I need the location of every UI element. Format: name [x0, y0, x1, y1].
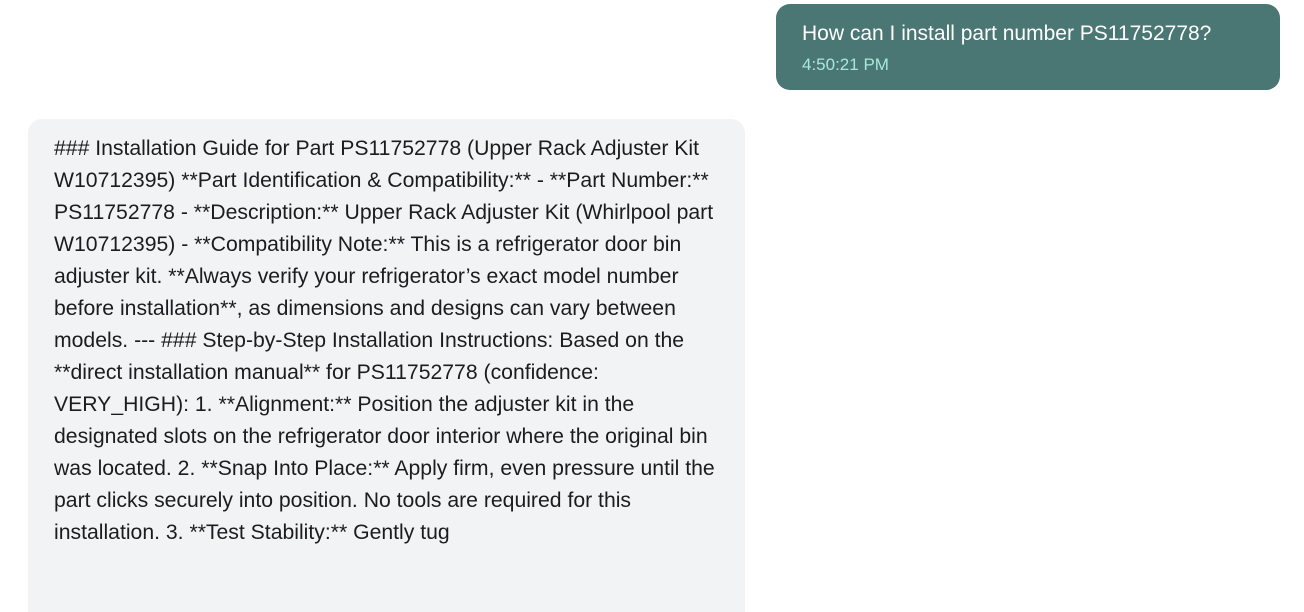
chat-message-list[interactable]: How can I install part number PS11752778…: [0, 0, 1304, 612]
user-message-bubble: How can I install part number PS11752778…: [776, 4, 1280, 90]
message-timestamp: 4:50:21 PM: [802, 55, 889, 74]
assistant-message-bubble: ### Installation Guide for Part PS117527…: [28, 119, 745, 612]
user-message-text: How can I install part number PS11752778…: [802, 22, 1212, 45]
assistant-message-text: ### Installation Guide for Part PS117527…: [54, 137, 715, 544]
